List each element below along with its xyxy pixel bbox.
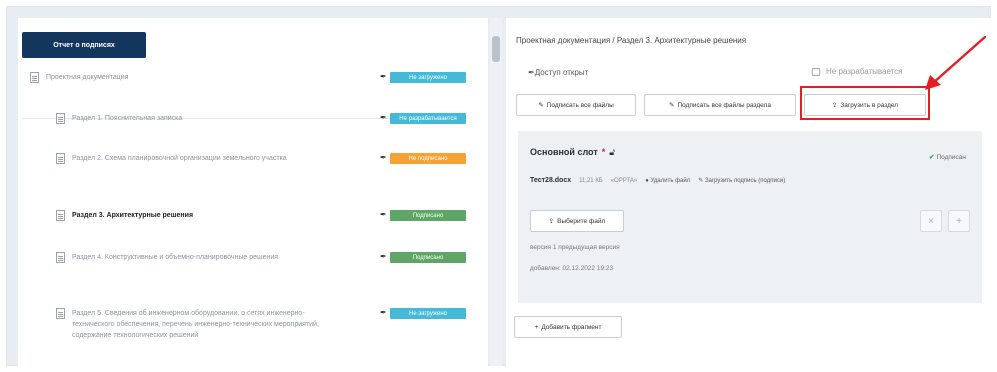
- pen-icon: ✒: [380, 308, 387, 317]
- file-row: Тест28.docx 11,21 КБ «OPPTA» ● Удалить ф…: [530, 177, 785, 184]
- required-mark: *: [601, 147, 606, 157]
- signed-label: Подписан: [936, 154, 966, 161]
- not-developed-label: Не разрабатывается: [826, 67, 903, 76]
- delete-file-label: Удалить файл: [650, 178, 691, 184]
- not-developed-toggle[interactable]: Не разрабатывается: [812, 67, 903, 76]
- scrollbar-track[interactable]: [490, 18, 502, 366]
- pen-icon: ✒: [380, 153, 387, 162]
- tree-item-label: Раздел 3. Архитектурные решения: [72, 212, 194, 219]
- upload-icon: ⇪: [548, 218, 555, 225]
- add-slot-button[interactable]: +: [948, 210, 970, 232]
- tree-item-label: Раздел 1. Пояснительная записка: [72, 115, 183, 122]
- file-name-link[interactable]: Тест28.docx: [530, 177, 571, 184]
- status-badge: Подписано: [390, 252, 466, 263]
- status-badge: Не загружено: [390, 308, 466, 319]
- pen-icon: ✒: [380, 113, 387, 122]
- main-slot-card: Основной слот * 🔓︎ ✔ Подписан Тест28.docx 1…: [518, 131, 982, 303]
- status-badge: Не разрабатывается: [390, 113, 466, 124]
- tree-item-label: Раздел 5. Сведения об инженерном оборудо…: [72, 310, 319, 339]
- document-icon: [30, 72, 39, 83]
- upload-signature-link[interactable]: ✎ Загрузить подпись (подписи): [698, 178, 785, 184]
- delete-file-link[interactable]: ● Удалить файл: [645, 178, 690, 184]
- added-date: добавлен: 02.12.2022 19:23: [530, 265, 614, 272]
- tree-item-label: Раздел 2. Схема планировочной организаци…: [72, 155, 287, 162]
- document-icon: [56, 252, 65, 263]
- check-icon: ✔: [929, 154, 935, 161]
- version-info[interactable]: версия 1 предыдущая версия: [530, 244, 620, 251]
- status-badge: Не подписано: [390, 153, 466, 164]
- slot-title: Основной слот * 🔓︎: [530, 147, 615, 158]
- document-icon: [56, 210, 65, 221]
- sign-all-files-button[interactable]: ✎ Подписать все файлы: [516, 94, 636, 116]
- file-size: 11,21 КБ: [579, 178, 603, 184]
- scrollbar-thumb[interactable]: [492, 36, 500, 62]
- pen-icon: ✒: [380, 210, 387, 219]
- lock-icon[interactable]: 🔓︎: [609, 147, 615, 157]
- button-label: Подписать все файлы: [546, 101, 614, 109]
- button-label: Добавить фрагмент: [541, 323, 602, 331]
- sign-icon: ✎: [538, 102, 544, 109]
- sign-icon: ✎: [669, 102, 675, 109]
- section-details-panel: Проектная документация / Раздел 3. Архит…: [506, 18, 991, 366]
- sign-icon: ✎: [698, 178, 704, 184]
- signature-report-button[interactable]: Отчет о подписях: [22, 32, 146, 58]
- slot-title-text: Основной слот: [530, 147, 598, 157]
- tree-item-label: Раздел 4. Конструктивные и объемно-плани…: [72, 254, 279, 261]
- breadcrumb: Проектная документация / Раздел 3. Архит…: [516, 36, 747, 45]
- pen-icon: ✒: [528, 68, 535, 77]
- pen-icon: ✒: [380, 252, 387, 261]
- status-badge: Не загружено: [390, 72, 466, 83]
- checkbox[interactable]: [812, 67, 820, 76]
- status-badge: Подписано: [390, 210, 466, 221]
- file-status: «OPPTA»: [610, 178, 638, 184]
- tree-item-label: Проектная документация: [46, 74, 129, 81]
- button-label: Подписать все файлы раздела: [677, 101, 771, 109]
- document-icon: [56, 113, 65, 124]
- delete-icon: ●: [645, 178, 649, 184]
- sign-all-section-files-button[interactable]: ✎ Подписать все файлы раздела: [644, 94, 796, 116]
- add-fragment-button[interactable]: + Добавить фрагмент: [514, 316, 622, 338]
- choose-file-button[interactable]: ⇪ Выберите файл: [530, 210, 624, 232]
- section-tree-panel: Отчет о подписях Проектная документация …: [18, 18, 488, 366]
- upload-signature-label: Загрузить подпись (подписи): [704, 178, 786, 184]
- arrow-icon: [925, 35, 987, 90]
- pen-icon: ✒: [380, 72, 387, 81]
- remove-slot-button[interactable]: ×: [920, 210, 942, 232]
- button-label: Выберите файл: [557, 217, 606, 225]
- document-icon: [56, 308, 65, 319]
- access-label: Доступ открыт: [534, 68, 589, 77]
- document-icon: [56, 153, 65, 164]
- plus-icon: +: [534, 323, 539, 331]
- signed-status: ✔ Подписан: [929, 153, 966, 161]
- access-status: ✒Доступ открыт: [528, 68, 588, 77]
